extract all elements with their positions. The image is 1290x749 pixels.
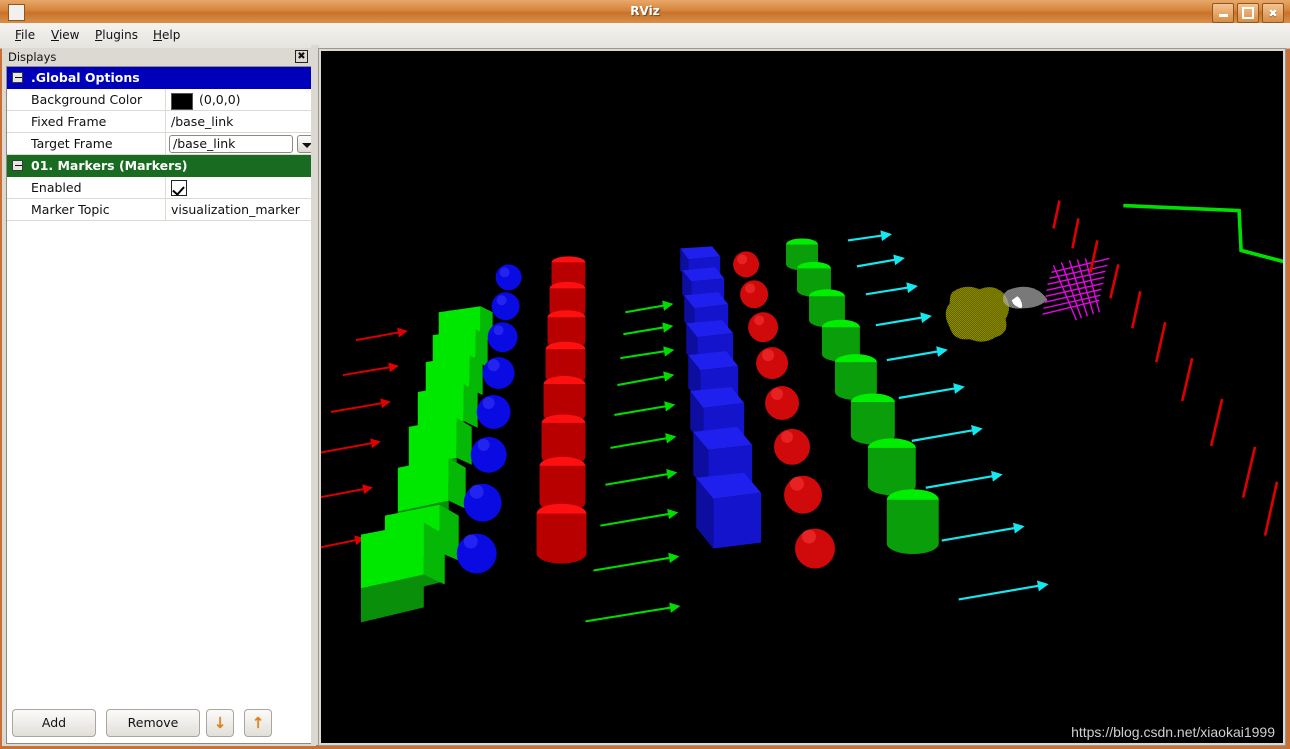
marker-scene bbox=[321, 200, 1283, 623]
tree-group-label: .Global Options bbox=[31, 70, 140, 85]
collapse-icon-markers[interactable] bbox=[12, 160, 23, 171]
menu-bar: File View Plugins Help bbox=[0, 23, 1290, 49]
displays-button-bar: Add Remove ↓ ↑ bbox=[6, 706, 312, 742]
displays-panel: Displays ✖ .Global Options Background Co… bbox=[2, 48, 316, 746]
tree-row-target-frame[interactable]: Target Frame /base_link bbox=[7, 133, 311, 155]
tree-row-enabled[interactable]: Enabled bbox=[7, 177, 311, 199]
background-color-value: (0,0,0) bbox=[199, 92, 241, 107]
chevron-down-icon[interactable] bbox=[297, 135, 311, 153]
displays-panel-title: Displays bbox=[8, 50, 57, 64]
column-divider bbox=[165, 177, 166, 199]
column-divider bbox=[165, 89, 166, 111]
rviz-window: RViz ✖ File View Plugins Help Displays ✖… bbox=[0, 0, 1290, 749]
watermark-text: https://blog.csdn.net/xiaokai1999 bbox=[1071, 724, 1275, 740]
enabled-checkbox[interactable] bbox=[171, 180, 187, 196]
tree-group-markers[interactable]: 01. Markers (Markers) bbox=[7, 155, 311, 177]
tree-row-background-color[interactable]: Background Color (0,0,0) bbox=[7, 89, 311, 111]
menu-help[interactable]: Help bbox=[146, 23, 187, 48]
column-divider bbox=[165, 111, 166, 133]
displays-panel-header: Displays ✖ bbox=[2, 48, 316, 66]
remove-button[interactable]: Remove bbox=[106, 709, 200, 737]
cube-row-green bbox=[360, 306, 493, 623]
fixed-frame-value[interactable]: /base_link bbox=[171, 111, 233, 133]
panel-close-icon[interactable]: ✖ bbox=[295, 50, 308, 63]
collapse-icon-global-options[interactable] bbox=[12, 72, 23, 83]
arrow-up-icon: ↑ bbox=[251, 713, 265, 732]
column-divider bbox=[165, 199, 166, 221]
tree-group-global-options[interactable]: .Global Options bbox=[7, 67, 311, 89]
menu-plugins[interactable]: Plugins bbox=[88, 23, 145, 48]
move-up-button[interactable]: ↑ bbox=[244, 709, 272, 737]
points-yellow bbox=[945, 286, 1010, 342]
minimize-icon bbox=[1218, 14, 1228, 17]
column-divider bbox=[165, 133, 166, 155]
line-strip-green bbox=[1123, 203, 1283, 264]
move-down-button[interactable]: ↓ bbox=[206, 709, 234, 737]
close-icon: ✖ bbox=[1268, 6, 1278, 20]
menu-file[interactable]: File bbox=[8, 23, 42, 48]
maximize-button[interactable] bbox=[1237, 3, 1259, 23]
line-list-magenta bbox=[1042, 257, 1110, 321]
property-name: Target Frame bbox=[31, 136, 113, 151]
background-color-swatch[interactable] bbox=[171, 93, 193, 110]
add-button[interactable]: Add bbox=[12, 709, 96, 737]
window-title: RViz bbox=[630, 4, 660, 18]
minimize-button[interactable] bbox=[1212, 3, 1234, 23]
target-frame-combo-input[interactable]: /base_link bbox=[169, 135, 293, 153]
cylinder-row-red bbox=[536, 256, 587, 564]
render-view[interactable]: https://blog.csdn.net/xiaokai1999 bbox=[321, 51, 1283, 743]
property-name: Fixed Frame bbox=[31, 114, 107, 129]
maximize-icon bbox=[1242, 7, 1254, 19]
property-name: Enabled bbox=[31, 180, 82, 195]
arrow-down-icon: ↓ bbox=[213, 713, 227, 732]
displays-tree[interactable]: .Global Options Background Color (0,0,0)… bbox=[6, 66, 312, 744]
tree-group-label: 01. Markers (Markers) bbox=[31, 158, 188, 173]
marker-topic-value[interactable]: visualization_marker bbox=[171, 199, 300, 221]
tree-row-fixed-frame[interactable]: Fixed Frame /base_link bbox=[7, 111, 311, 133]
property-name: Background Color bbox=[31, 92, 143, 107]
menu-view[interactable]: View bbox=[44, 23, 86, 48]
points-white bbox=[1003, 286, 1048, 309]
arrow-row-green bbox=[585, 300, 681, 623]
render-view-frame: https://blog.csdn.net/xiaokai1999 bbox=[318, 48, 1286, 746]
close-button[interactable]: ✖ bbox=[1262, 3, 1284, 23]
tree-row-marker-topic[interactable]: Marker Topic visualization_marker bbox=[7, 199, 311, 221]
property-name: Marker Topic bbox=[31, 202, 110, 217]
window-controls: ✖ bbox=[1212, 3, 1284, 23]
title-bar: RViz ✖ bbox=[0, 0, 1290, 24]
